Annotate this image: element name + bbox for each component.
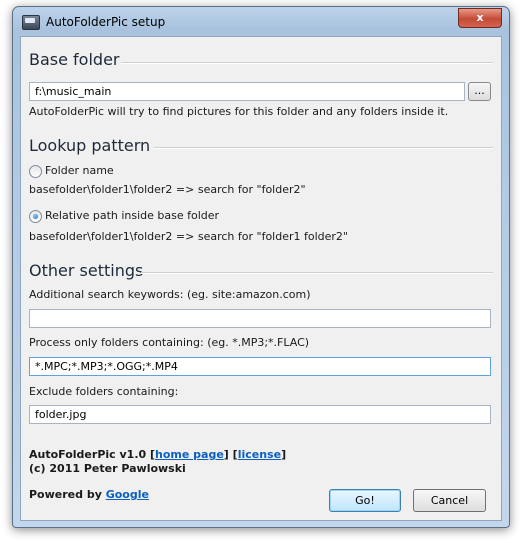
exclude-folders-label: Exclude folders containing: [29, 385, 179, 398]
copyright-text: (c) 2011 Peter Pawlowski [29, 462, 186, 475]
base-folder-input[interactable]: f:\music_main [29, 82, 465, 101]
powered-by-text: Powered by [29, 488, 106, 501]
process-folders-label: Process only folders containing: (eg. *.… [29, 336, 310, 349]
radio-folder-name-circle[interactable] [29, 165, 42, 178]
lookup-pattern-heading: Lookup pattern [29, 136, 151, 155]
keywords-label: Additional search keywords: (eg. site:am… [29, 288, 311, 301]
app-icon [22, 15, 40, 30]
radio-relative-path-label: Relative path inside base folder [45, 209, 220, 222]
folder-name-example: basefolder\folder1\folder2 => search for… [29, 183, 306, 196]
google-link[interactable]: Google [106, 488, 149, 501]
section-divider [121, 62, 493, 64]
version-prefix: AutoFolderPic v1.0 [ [29, 448, 156, 461]
go-button[interactable]: Go! [329, 489, 401, 512]
base-folder-heading: Base folder [29, 50, 120, 69]
dialog-body: Base folder f:\music_main ... AutoFolder… [20, 36, 502, 521]
relative-path-example: basefolder\folder1\folder2 => search for… [29, 230, 348, 243]
version-line: AutoFolderPic v1.0 [home page] [license] [29, 448, 286, 461]
link-separator: ] [ [223, 448, 238, 461]
title-bar[interactable]: AutoFolderPic setup x [13, 7, 509, 35]
window-title: AutoFolderPic setup [46, 15, 166, 29]
keywords-input[interactable] [29, 309, 491, 328]
process-folders-input[interactable]: *.MPC;*.MP3;*.OGG;*.MP4 [29, 357, 491, 376]
base-folder-help-text: AutoFolderPic will try to find pictures … [29, 105, 449, 118]
setup-window: AutoFolderPic setup x Base folder f:\mus… [12, 6, 510, 528]
other-settings-heading: Other settings [29, 261, 144, 280]
radio-folder-name-label: Folder name [45, 164, 114, 177]
cancel-button[interactable]: Cancel [413, 489, 486, 512]
radio-relative-path-circle[interactable] [29, 210, 42, 223]
section-divider [154, 147, 493, 149]
home-page-link[interactable]: home page [155, 448, 224, 461]
browse-button[interactable]: ... [468, 82, 491, 101]
license-link[interactable]: license [238, 448, 281, 461]
section-divider [141, 272, 493, 274]
link-suffix: ] [281, 448, 287, 461]
powered-by-line: Powered by Google [29, 488, 149, 501]
close-button[interactable]: x [458, 8, 502, 28]
exclude-folders-input[interactable]: folder.jpg [29, 405, 491, 424]
